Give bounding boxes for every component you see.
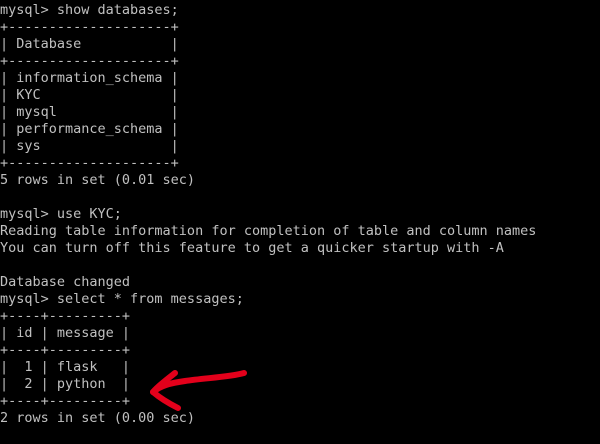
info-message: Reading table information for completion… — [0, 223, 537, 239]
table-row: | KYC | — [0, 87, 179, 103]
table-row: | information_schema | — [0, 70, 179, 86]
table-border: +----+---------+ — [0, 308, 131, 324]
table-border: +----+---------+ — [0, 393, 131, 409]
table-border: +--------------------+ — [0, 53, 179, 69]
table-row: | 1 | flask | — [0, 359, 131, 375]
table-border: +--------------------+ — [0, 19, 179, 35]
table-row: | performance_schema | — [0, 121, 179, 137]
prompt-show-databases: mysql> show databases; — [0, 2, 179, 18]
prompt-select-messages: mysql> select * from messages; — [0, 291, 244, 307]
result-summary: 5 rows in set (0.01 sec) — [0, 172, 196, 188]
table-header-row: | Database | — [0, 36, 179, 52]
table-border: +----+---------+ — [0, 342, 131, 358]
table-row: | sys | — [0, 138, 179, 154]
status-message: Database changed — [0, 274, 131, 290]
table-border: +--------------------+ — [0, 155, 179, 171]
prompt-use-kyc: mysql> use KYC; — [0, 206, 122, 222]
table-row: | 2 | python | — [0, 376, 131, 392]
table-header-row: | id | message | — [0, 325, 131, 341]
info-message: You can turn off this feature to get a q… — [0, 240, 504, 256]
table-row: | mysql | — [0, 104, 179, 120]
result-summary: 2 rows in set (0.00 sec) — [0, 410, 196, 426]
terminal-window[interactable]: mysql> show databases; +----------------… — [0, 0, 600, 444]
